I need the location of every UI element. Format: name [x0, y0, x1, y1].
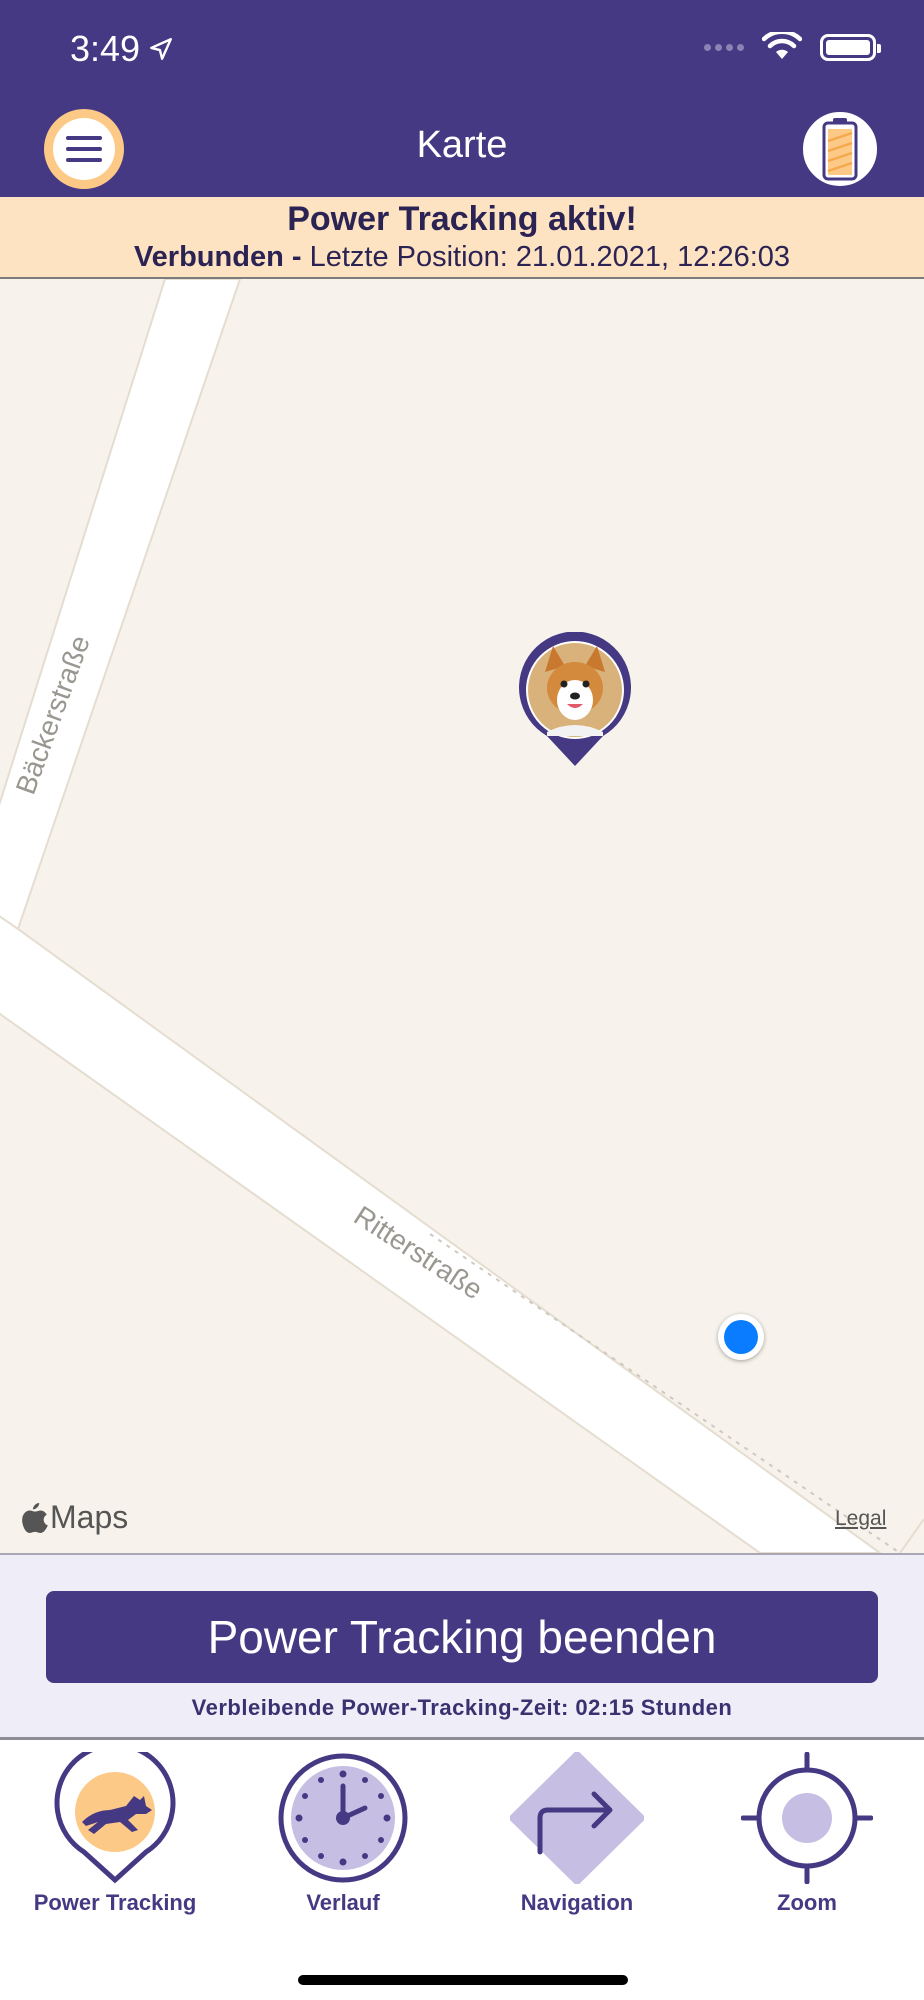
- tab-label: Navigation: [520, 1890, 634, 1915]
- device-battery-button[interactable]: [800, 109, 880, 189]
- last-position: Letzte Position: 21.01.2021, 12:26:03: [309, 241, 791, 273]
- stop-power-tracking-button[interactable]: Power Tracking beenden: [46, 1591, 878, 1683]
- status-bar-indicators: [704, 32, 881, 62]
- banner-title: Power Tracking aktiv!: [287, 200, 637, 238]
- tab-label: Power Tracking: [33, 1890, 197, 1915]
- tab-power-tracking[interactable]: Power Tracking: [20, 1752, 210, 1916]
- device-battery-icon: [822, 118, 858, 181]
- battery-status-icon: [820, 33, 881, 61]
- apple-icon: [22, 1502, 48, 1533]
- dog-running-icon: [54, 1752, 176, 1884]
- banner-subtitle: Verbunden - Letzte Position: 21.01.2021,…: [0, 239, 924, 275]
- crosshair-icon: [741, 1752, 873, 1884]
- cellular-signal-icon: [704, 43, 744, 51]
- tab-navigation[interactable]: Navigation: [482, 1752, 672, 1916]
- connection-status: Verbunden -: [133, 241, 302, 273]
- location-arrow-icon: [150, 38, 173, 60]
- tracking-status-banner: Power Tracking aktiv! Verbunden - Letzte…: [0, 197, 924, 279]
- apple-maps-logo: Maps: [22, 1499, 128, 1536]
- clock-icon: [278, 1753, 408, 1883]
- wifi-icon: [762, 32, 802, 59]
- street-layer: [0, 279, 924, 1553]
- legal-link[interactable]: Legal: [835, 1507, 886, 1531]
- user-location-dot: [718, 1314, 764, 1360]
- tab-zoom[interactable]: Zoom: [712, 1752, 902, 1916]
- tab-verlauf[interactable]: Verlauf: [248, 1752, 438, 1916]
- tab-label: Verlauf: [306, 1890, 380, 1915]
- page-title: Karte: [416, 124, 508, 166]
- directions-icon: [510, 1752, 644, 1884]
- remaining-tracking-time: Verbleibende Power-Tracking-Zeit: 02:15 …: [191, 1695, 733, 1720]
- map-view[interactable]: Bäckerstraße Ritterstraße Maps Legal: [0, 279, 924, 1553]
- tab-bar: Power Tracking Verlauf Navigation Zoom: [0, 1740, 924, 2000]
- status-bar-time: 3:49: [70, 28, 174, 70]
- tracking-action-panel: Power Tracking beenden Verbleibende Powe…: [0, 1553, 924, 1740]
- app-header: 3:49 Karte: [0, 0, 924, 197]
- pet-location-marker[interactable]: [517, 631, 633, 773]
- home-indicator[interactable]: [298, 1975, 628, 1985]
- tab-label: Zoom: [777, 1890, 837, 1915]
